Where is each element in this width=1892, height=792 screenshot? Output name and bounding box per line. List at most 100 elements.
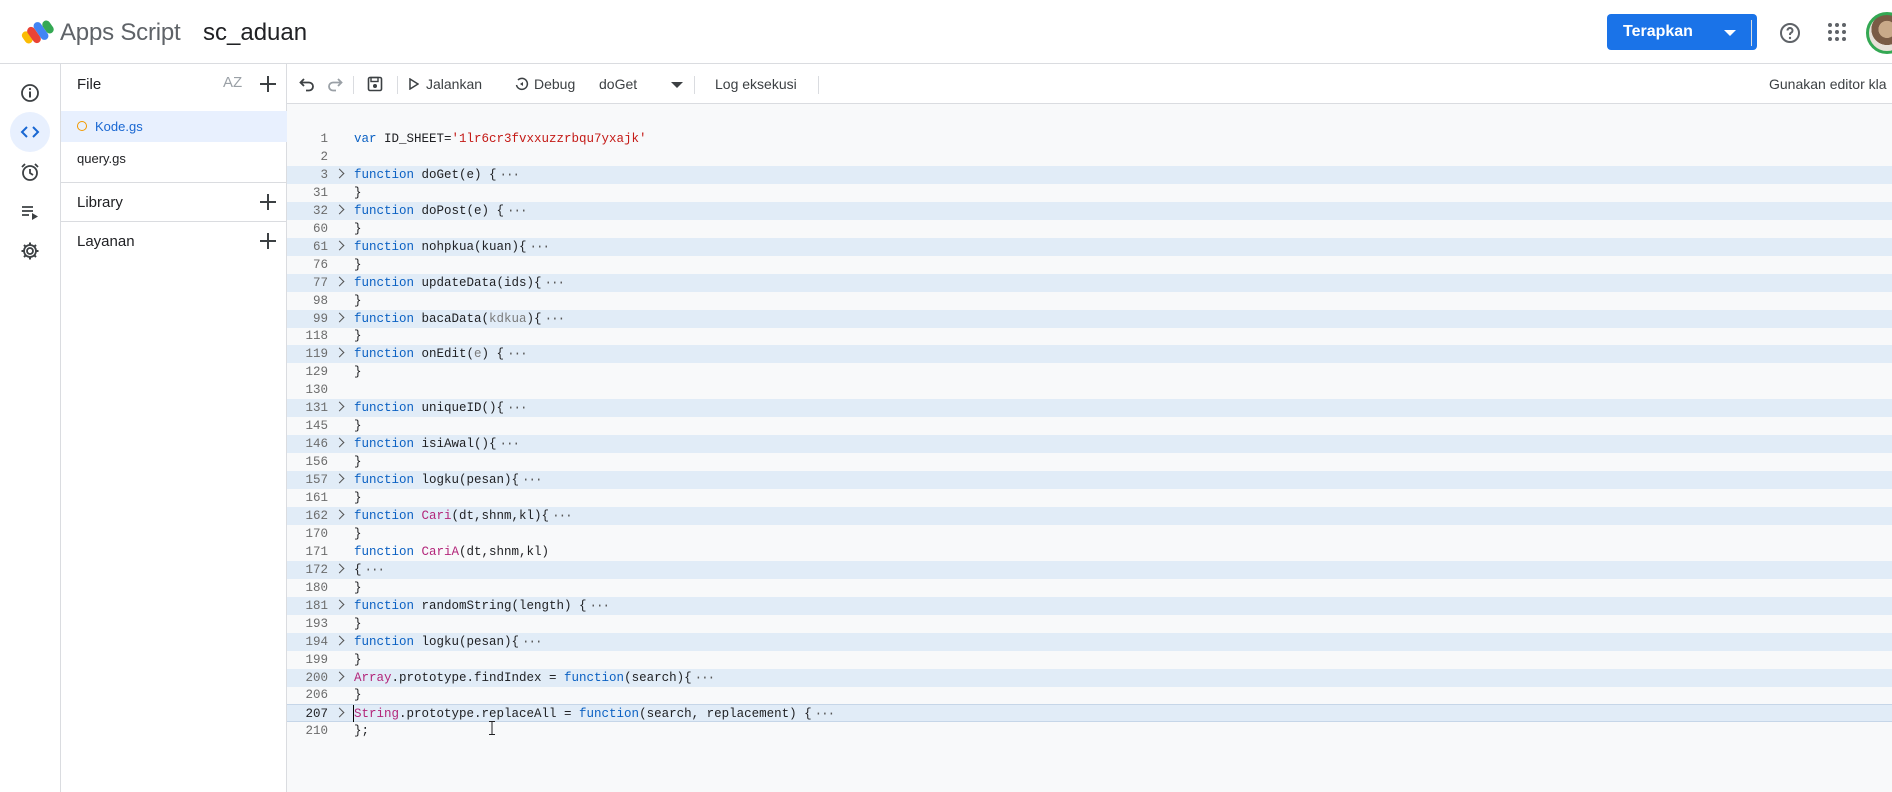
fold-chevron-icon[interactable] [334, 473, 345, 484]
fold-chevron-icon[interactable] [334, 635, 345, 646]
rail-settings[interactable] [10, 231, 50, 271]
code-line[interactable]: 172 {··· [287, 560, 1892, 579]
unsaved-dot-icon [77, 121, 87, 131]
rail-triggers[interactable] [10, 152, 50, 192]
folded-ellipsis-icon[interactable]: ··· [365, 561, 385, 579]
code-line[interactable]: 76} [287, 256, 1892, 274]
fold-chevron-icon[interactable] [334, 401, 345, 412]
code-line[interactable]: 60} [287, 220, 1892, 238]
services-section[interactable]: Layanan [61, 221, 287, 260]
folded-ellipsis-icon[interactable]: ··· [522, 633, 542, 651]
fold-chevron-icon[interactable] [334, 168, 345, 179]
code-line[interactable]: 171 function CariA(dt,shnm,kl) [287, 543, 1892, 561]
folded-ellipsis-icon[interactable]: ··· [507, 202, 527, 220]
folded-ellipsis-icon[interactable]: ··· [500, 166, 520, 184]
fold-chevron-icon[interactable] [334, 347, 345, 358]
fold-chevron-icon[interactable] [334, 671, 345, 681]
folded-ellipsis-icon[interactable]: ··· [507, 399, 527, 417]
folded-ellipsis-icon[interactable]: ··· [545, 310, 565, 328]
file-item-query[interactable]: query.gs [61, 143, 287, 174]
library-section[interactable]: Library [61, 182, 287, 221]
fold-chevron-icon[interactable] [334, 437, 345, 448]
code-text: } [354, 491, 362, 505]
code-line[interactable]: 180} [287, 579, 1892, 597]
code-line[interactable]: 181 function randomString(length) {··· [287, 596, 1892, 615]
code-text: function CariA(dt,shnm,kl) [354, 544, 550, 559]
code-line[interactable]: 157 function logku(pesan){··· [287, 471, 1892, 490]
add-file-button[interactable] [260, 76, 276, 92]
files-panel: File AZ Kode.gs query.gs Library Layanan [61, 64, 287, 792]
google-apps-icon[interactable] [1827, 22, 1847, 42]
save-icon[interactable] [367, 76, 383, 92]
avatar[interactable] [1866, 12, 1892, 54]
folded-ellipsis-icon[interactable]: ··· [522, 471, 542, 489]
code-line[interactable]: 200 Array.prototype.findIndex = function(… [287, 668, 1892, 687]
code-line[interactable]: 1 var ID_SHEET='1lr6cr3fvxxuzzrbqu7yxajk' [287, 130, 1892, 148]
fold-chevron-icon[interactable] [334, 276, 345, 287]
execution-log-button[interactable]: Log eksekusi [715, 64, 805, 104]
code-line[interactable]: 31} [287, 184, 1892, 202]
rail-executions[interactable] [10, 192, 50, 232]
code-line[interactable]: 3 function doGet(e) {··· [287, 165, 1892, 184]
fold-chevron-icon[interactable] [334, 509, 345, 520]
code-line[interactable]: 210}; [287, 722, 1892, 740]
code-line[interactable]: 119 function onEdit(e) {··· [287, 345, 1892, 364]
code-line[interactable]: 193} [287, 615, 1892, 633]
code-line[interactable]: 99 function bacaData(kdkua){··· [287, 309, 1892, 328]
fold-chevron-icon[interactable] [334, 599, 345, 610]
fold-chevron-icon[interactable] [334, 240, 345, 251]
project-name[interactable]: sc_aduan [203, 19, 307, 47]
code-line[interactable]: 199} [287, 651, 1892, 669]
folded-ellipsis-icon[interactable]: ··· [530, 238, 550, 256]
redo-icon[interactable] [327, 76, 343, 92]
code-line[interactable]: 146 function isiAwal(){··· [287, 435, 1892, 454]
rail-editor[interactable] [10, 112, 50, 152]
fold-chevron-icon[interactable] [334, 312, 345, 322]
add-library-button[interactable] [260, 194, 276, 210]
code-line[interactable]: 118} [287, 327, 1892, 345]
folded-ellipsis-icon[interactable]: ··· [590, 597, 610, 615]
fold-chevron-icon[interactable] [334, 707, 345, 718]
code-editor[interactable]: 1 var ID_SHEET='1lr6cr3fvxxuzzrbqu7yxajk'… [287, 104, 1892, 792]
sort-az-icon[interactable]: AZ [223, 74, 245, 94]
folded-ellipsis-icon[interactable]: ··· [695, 669, 715, 687]
code-text: function nohpkua(kuan){··· [354, 238, 550, 256]
line-number: 200 [305, 670, 328, 685]
deploy-button[interactable]: Terapkan [1607, 14, 1757, 50]
classic-editor-button[interactable]: Gunakan editor kla [1769, 64, 1892, 104]
folded-ellipsis-icon[interactable]: ··· [500, 435, 520, 453]
code-line[interactable]: 194 function logku(pesan){··· [287, 632, 1892, 651]
folded-ellipsis-icon[interactable]: ··· [815, 705, 835, 723]
code-line[interactable]: 32 function doPost(e) {··· [287, 201, 1892, 220]
code-line[interactable]: 156} [287, 453, 1892, 471]
folded-ellipsis-icon[interactable]: ··· [552, 507, 572, 525]
code-line[interactable]: 98} [287, 292, 1892, 310]
fold-chevron-icon[interactable] [334, 563, 345, 574]
add-service-button[interactable] [260, 233, 276, 249]
chevron-down-icon[interactable] [671, 82, 683, 88]
run-button[interactable]: Jalankan [409, 64, 489, 104]
code-line[interactable]: 131 function uniqueID(){··· [287, 399, 1892, 418]
code-line[interactable]: 162 function Cari(dt,shnm,kl){··· [287, 506, 1892, 525]
code-line[interactable]: 130 [287, 381, 1892, 399]
code-line[interactable]: 206} [287, 686, 1892, 704]
folded-ellipsis-icon[interactable]: ··· [545, 274, 565, 292]
code-text: } [354, 257, 362, 272]
chevron-down-icon[interactable] [1724, 30, 1736, 36]
undo-icon[interactable] [299, 76, 315, 92]
code-line[interactable]: 129} [287, 363, 1892, 381]
code-line[interactable]: 145} [287, 417, 1892, 435]
code-line[interactable]: 207 String.prototype.replaceAll = functio… [287, 704, 1892, 723]
code-line[interactable]: 161} [287, 489, 1892, 507]
folded-ellipsis-icon[interactable]: ··· [507, 345, 527, 363]
fold-chevron-icon[interactable] [334, 204, 345, 215]
rail-overview[interactable] [10, 73, 50, 113]
debug-button[interactable]: Debug [515, 64, 585, 104]
apps-script-logo-icon[interactable] [21, 17, 55, 47]
file-item-kode[interactable]: Kode.gs [61, 111, 287, 142]
code-line[interactable]: 2 [287, 148, 1892, 166]
code-line[interactable]: 170} [287, 525, 1892, 543]
help-icon[interactable] [1778, 21, 1802, 45]
code-line[interactable]: 61 function nohpkua(kuan){··· [287, 237, 1892, 256]
code-line[interactable]: 77 function updateData(ids){··· [287, 273, 1892, 292]
